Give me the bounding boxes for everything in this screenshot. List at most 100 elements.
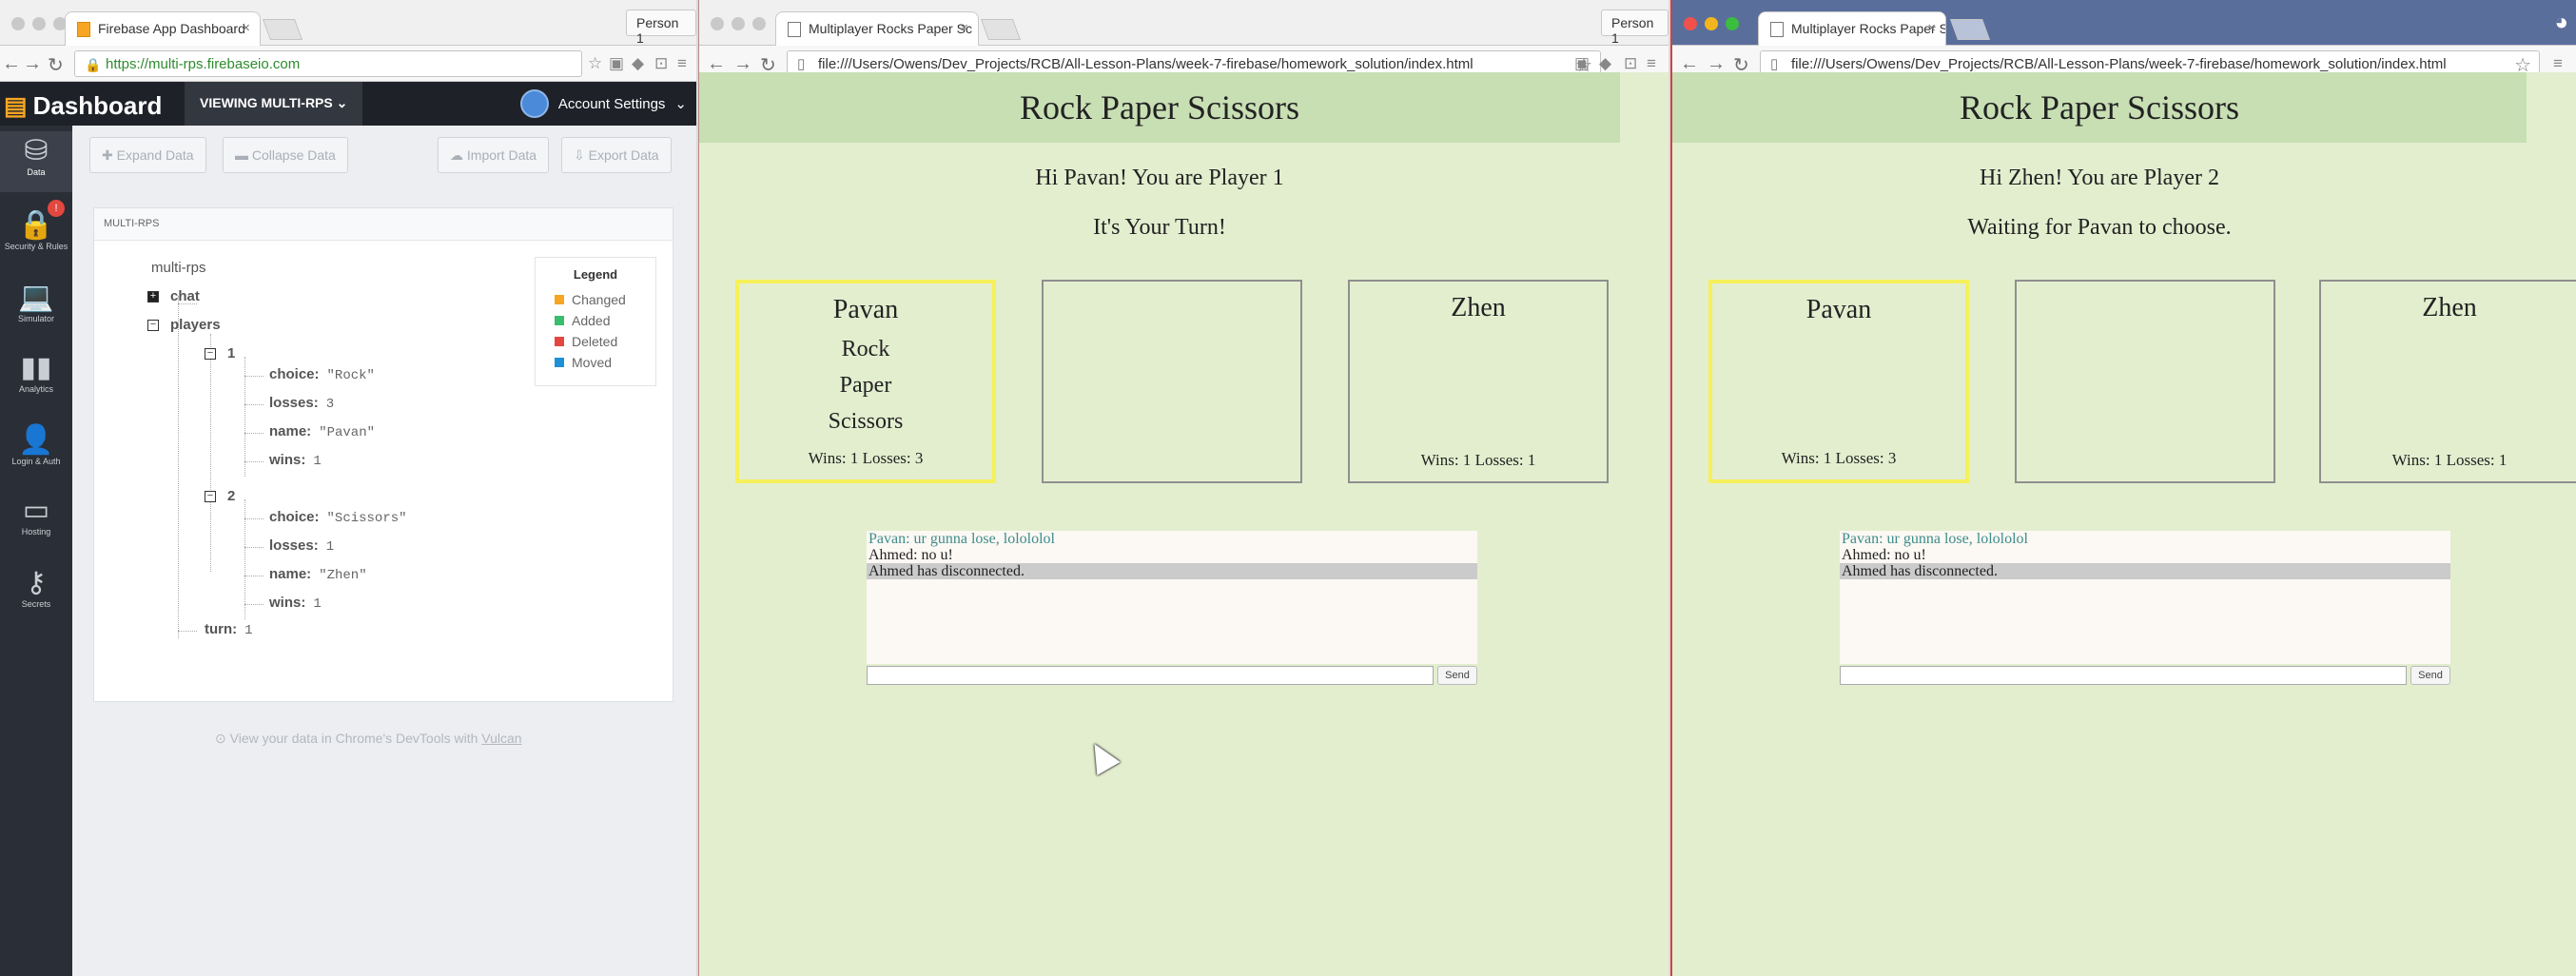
extension-icon[interactable]: ▣ [1574, 54, 1590, 73]
app-selector[interactable]: VIEWING MULTI-RPS ⌄ [185, 82, 363, 126]
tree-node-player-2[interactable]: −2 [205, 488, 235, 504]
url-text: https://multi-rps.firebaseio.com [106, 56, 301, 72]
tree-leaf-name[interactable]: name: "Pavan" [269, 423, 375, 440]
chevron-down-icon: ⌄ [336, 95, 348, 110]
expand-toggle[interactable]: + [147, 291, 159, 303]
sidebar-item-hosting[interactable]: ▭ Hosting [0, 491, 72, 552]
tab-multiplayer-rps[interactable]: Multiplayer Rocks Paper Sc × [775, 11, 979, 46]
menu-icon[interactable]: ≡ [2553, 54, 2563, 73]
choice-scissors[interactable]: Scissors [739, 403, 992, 439]
tab-title: Multiplayer Rocks Paper Sc [1791, 21, 1946, 36]
tab-multiplayer-rps[interactable]: Multiplayer Rocks Paper Sc × [1758, 11, 1946, 46]
collapse-toggle[interactable]: − [147, 320, 159, 332]
player-name: Zhen [2422, 293, 2477, 322]
forward-icon[interactable]: → [23, 53, 42, 75]
close-icon[interactable]: × [960, 20, 968, 36]
chat-log: Pavan: ur gunna lose, lolololol Ahmed: n… [867, 531, 1477, 664]
legend-label: Deleted [572, 334, 618, 349]
tree-leaf-name[interactable]: name: "Zhen" [269, 566, 367, 583]
menu-icon[interactable]: ≡ [677, 54, 687, 73]
sidebar-item-login-auth[interactable]: 👤 Login & Auth [0, 420, 72, 481]
tree-leaf-wins[interactable]: wins: 1 [269, 452, 322, 469]
tree-leaf-losses[interactable]: losses: 3 [269, 395, 334, 412]
new-tab-button[interactable] [262, 19, 303, 40]
tab-bar: Multiplayer Rocks Paper Sc × ◕ [1672, 0, 2576, 46]
breadcrumb-item[interactable]: MULTI-RPS [104, 218, 159, 229]
tree-line [244, 404, 263, 405]
tab-title: Firebase App Dashboard [98, 21, 245, 36]
extension-icon[interactable]: ◆ [1599, 54, 1611, 73]
sidebar-item-data[interactable]: ⛁ Data [0, 131, 72, 192]
tree-leaf-choice[interactable]: choice: "Rock" [269, 366, 375, 383]
export-data-button[interactable]: ⇩ Export Data [561, 137, 672, 173]
node-key: multi-rps [151, 260, 206, 276]
tree-node-chat[interactable]: + chat [147, 288, 200, 304]
tree-node-player-1[interactable]: −1 [205, 345, 235, 361]
sidebar-item-security[interactable]: ! 🔒 Security & Rules [0, 200, 72, 266]
chat-input[interactable] [1840, 666, 2407, 685]
tree-node-players[interactable]: − players [147, 317, 221, 333]
extension-icon[interactable]: ⊡ [654, 54, 668, 73]
back-icon[interactable]: ← [2, 53, 21, 75]
reload-icon[interactable]: ↻ [48, 53, 64, 77]
menu-icon[interactable]: ≡ [1647, 54, 1656, 73]
close-icon[interactable]: × [1927, 20, 1936, 36]
extension-icon[interactable]: ▣ [609, 54, 624, 73]
tree-root-node[interactable]: multi-rps [151, 260, 206, 276]
choice-rock[interactable]: Rock [739, 331, 992, 367]
player-score: Wins: 1 Losses: 1 [2391, 451, 2508, 469]
node-key: name: [269, 423, 312, 439]
star-icon[interactable]: ☆ [588, 54, 602, 73]
data-toolbar: ✚ Expand Data ▬ Collapse Data ☁ Import D… [72, 126, 696, 186]
tree-leaf-wins[interactable]: wins: 1 [269, 595, 322, 612]
tree-line [178, 296, 179, 638]
sidebar-item-label: Hosting [21, 527, 51, 537]
collapse-data-button[interactable]: ▬ Collapse Data [223, 137, 348, 173]
url-field[interactable]: 🔒 https://multi-rps.firebaseio.com [74, 50, 582, 77]
document-icon [1770, 22, 1784, 37]
chat-input[interactable] [867, 666, 1434, 685]
node-key: losses: [269, 537, 319, 554]
collapse-toggle[interactable]: − [205, 491, 216, 503]
extension-icon[interactable]: ⊡ [1624, 54, 1637, 73]
window-controls[interactable] [711, 17, 773, 35]
lock-icon: 🔒 [85, 57, 102, 72]
key-icon: ⚷ [26, 567, 47, 598]
player-name: Pavan [832, 295, 899, 324]
sidebar-item-secrets[interactable]: ⚷ Secrets [0, 563, 72, 624]
firebase-data-view: ✚ Expand Data ▬ Collapse Data ☁ Import D… [72, 126, 696, 976]
import-data-button[interactable]: ☁ Import Data [438, 137, 550, 173]
sidebar-item-label: Security & Rules [4, 242, 68, 251]
dashboard-logo[interactable]: ▤ Dashboard [4, 91, 162, 121]
vulcan-link[interactable]: Vulcan [481, 731, 521, 746]
tree-leaf-turn[interactable]: turn: 1 [205, 621, 253, 638]
send-button[interactable]: Send [2410, 666, 2450, 685]
tree-leaf-losses[interactable]: losses: 1 [269, 537, 334, 555]
person-button[interactable]: Person 1 [1601, 10, 1669, 46]
laptop-icon: 💻 [18, 282, 54, 313]
vulcan-hint: ⊙ View your data in Chrome's DevTools wi… [215, 731, 522, 746]
page-title: Rock Paper Scissors [699, 72, 1620, 143]
breadcrumb: MULTI-RPS [94, 208, 673, 241]
new-tab-button[interactable] [1949, 19, 1991, 40]
database-icon: ⛁ [24, 135, 49, 166]
window-controls[interactable] [1684, 17, 1747, 35]
chat-log: Pavan: ur gunna lose, lolololol Ahmed: n… [1840, 531, 2450, 664]
expand-data-button[interactable]: ✚ Expand Data [89, 137, 206, 173]
new-tab-button[interactable] [980, 19, 1022, 40]
sidebar-item-analytics[interactable]: ▮▮ Analytics [0, 348, 72, 409]
turn-status: Waiting for Pavan to choose. [1967, 215, 2232, 240]
person-button[interactable]: Person 1 [626, 10, 696, 46]
tab-firebase-dashboard[interactable]: Firebase App Dashboard × [65, 11, 261, 46]
viewing-label: VIEWING MULTI-RPS [200, 95, 333, 110]
sidebar-item-simulator[interactable]: 💻 Simulator [0, 278, 72, 339]
choice-paper[interactable]: Paper [739, 367, 992, 403]
send-button[interactable]: Send [1437, 666, 1477, 685]
account-settings-menu[interactable]: Account Settings ⌄ [519, 89, 687, 118]
tree-line [244, 461, 263, 462]
tree-leaf-choice[interactable]: choice: "Scissors" [269, 509, 407, 526]
collapse-toggle[interactable]: − [205, 348, 216, 361]
url-text: file:///Users/Owens/Dev_Projects/RCB/All… [818, 56, 1473, 72]
extension-icon[interactable]: ◆ [632, 54, 644, 73]
close-icon[interactable]: × [242, 20, 250, 36]
